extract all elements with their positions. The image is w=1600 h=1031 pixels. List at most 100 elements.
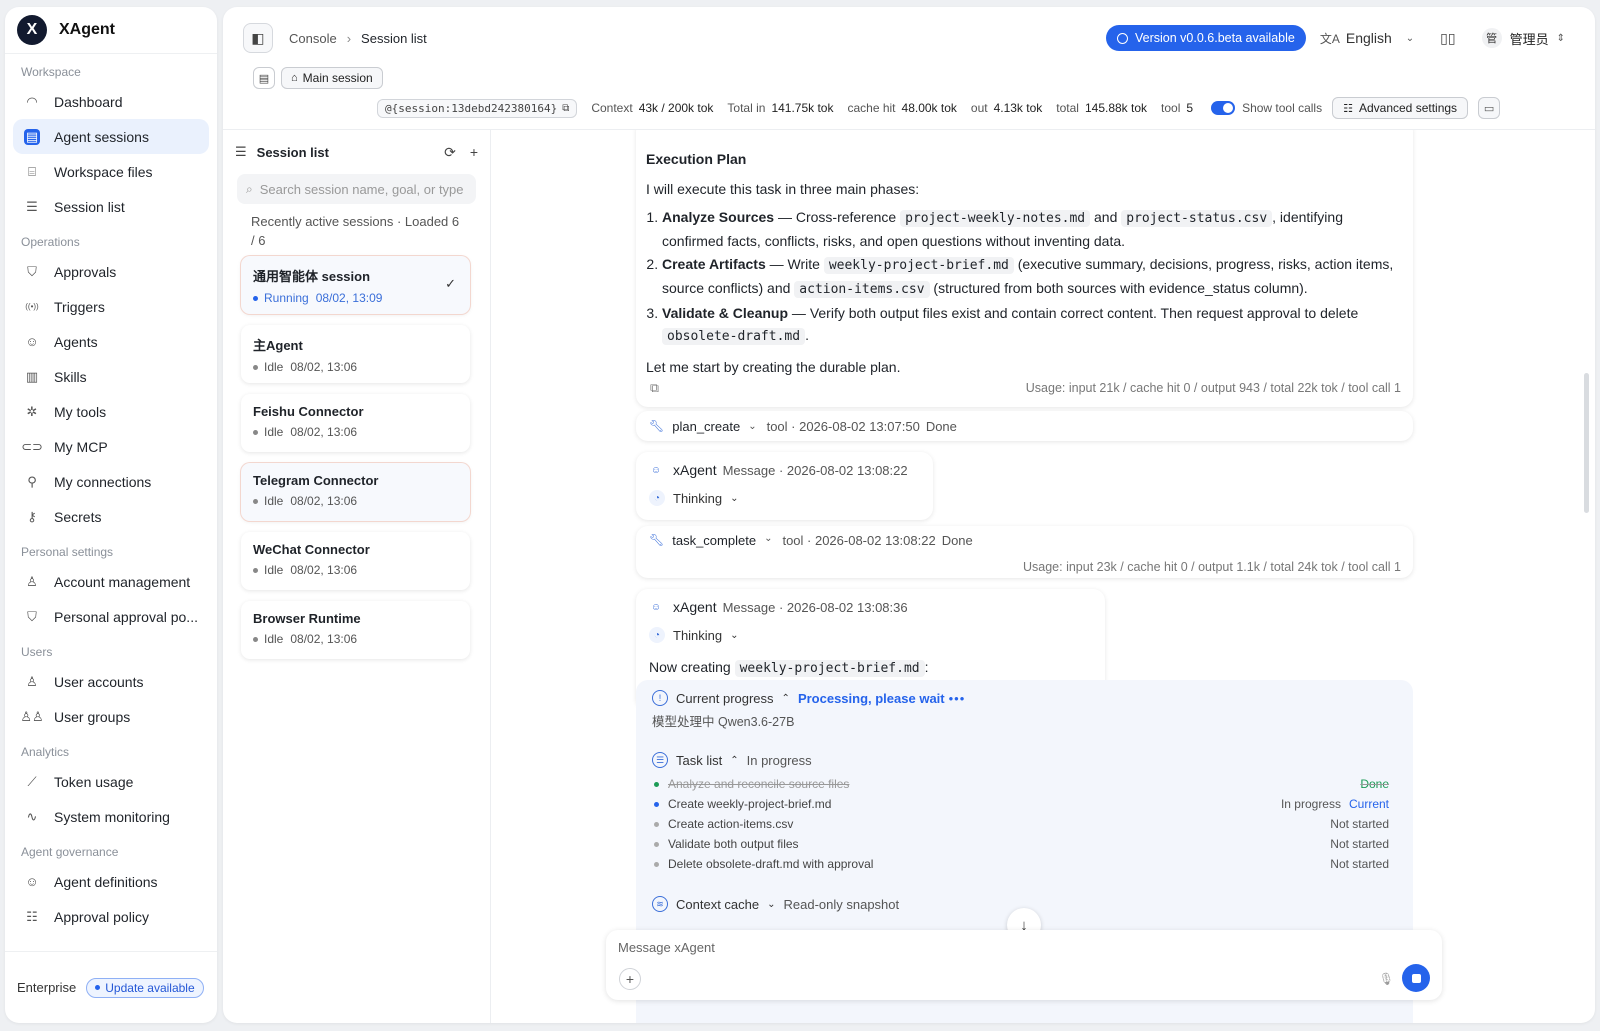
sidebar-item-label: Secrets — [54, 508, 102, 525]
list-tree-icon: ☰ — [235, 144, 247, 159]
add-session-icon[interactable]: + — [470, 144, 478, 161]
task-status-dot-icon — [654, 821, 659, 827]
sidebar-item-approvals[interactable]: ⛉ Approvals — [13, 254, 209, 289]
sidebar-item-triggers[interactable]: ((•)) Triggers — [13, 289, 209, 324]
sidebar-item-dashboard[interactable]: ◠ Dashboard — [13, 84, 209, 119]
task-item: Delete obsolete-draft.md with approval No… — [652, 854, 1397, 874]
tool-status: Done — [941, 533, 973, 548]
breadcrumb-console[interactable]: Console — [289, 31, 337, 46]
brand[interactable]: X XAgent — [5, 7, 217, 53]
chevron-down-icon: ⌄ — [730, 629, 739, 641]
session-card[interactable]: 通用智能体 session Running 08/02, 13:09 ✓ — [241, 256, 470, 314]
sidebar-item-agents[interactable]: ☺ Agents — [13, 324, 209, 359]
sidebar-item-session-list[interactable]: ☰ Session list — [13, 189, 209, 224]
message-meta: Message · 2026-08-02 13:08:22 — [722, 462, 908, 478]
session-card[interactable]: 主Agent Idle 08/02, 13:06 — [241, 325, 470, 383]
tool-meta: tool · 2026-08-02 13:07:50 — [766, 418, 920, 434]
refresh-icon[interactable]: ⟳ — [444, 144, 456, 161]
plan-title: Execution Plan — [646, 151, 747, 167]
sidebar-item-skills[interactable]: ▥ Skills — [13, 359, 209, 394]
show-tool-calls-toggle[interactable] — [1211, 101, 1236, 115]
sidebar-item-user-groups[interactable]: ♙♙ User groups — [13, 699, 209, 734]
bot-icon: ☺ — [650, 464, 662, 476]
search-icon: ⌕ — [246, 181, 253, 196]
sliders-icon: ☷ — [1343, 102, 1353, 115]
status-dot-icon — [253, 636, 258, 642]
session-id-chip[interactable]: @{session:13debd242380164} ⧉ — [377, 98, 578, 118]
chat-scrollbar[interactable] — [1584, 373, 1589, 513]
sidebar-toggle-button[interactable]: ◧ — [243, 23, 273, 53]
advanced-settings-button[interactable]: ☷ Advanced settings — [1332, 97, 1469, 119]
users-icon: ♙♙ — [20, 708, 44, 724]
sidebar-item-label: Approvals — [54, 263, 117, 280]
message-composer[interactable]: Message xAgent + 🎙︎ — [606, 930, 1442, 1000]
task-label: Validate both output files — [668, 837, 799, 851]
session-card[interactable]: Feishu Connector Idle 08/02, 13:06 — [241, 394, 470, 452]
docs-book-icon[interactable]: ▯▯ — [1440, 30, 1455, 47]
sidebar-item-my-mcp[interactable]: ⊂⊃ My MCP — [13, 429, 209, 464]
sidebar-item-my-tools[interactable]: ✲ My tools — [13, 394, 209, 429]
drive-icon: ⌸ — [28, 163, 36, 179]
task-list-state: In progress — [746, 752, 812, 768]
sidebar-item-label: Approval policy — [54, 908, 149, 925]
main-panel: ◧ Console › Session list Version v0.0.6.… — [223, 7, 1595, 1023]
sidebar-item-user-accounts[interactable]: ♙ User accounts — [13, 664, 209, 699]
sidebar-item-my-connections[interactable]: ⚲ My connections — [13, 464, 209, 499]
chevron-up-icon: ⌃ — [781, 692, 790, 704]
divider — [5, 53, 217, 54]
session-card[interactable]: Browser Runtime Idle 08/02, 13:06 — [241, 601, 470, 659]
user-menu[interactable]: 管管理员 ⇕ — [1481, 28, 1565, 48]
session-name: 主Agent — [253, 338, 303, 353]
tool-call-plan-create[interactable]: 🔧︎ plan_create ⌄ tool · 2026-08-02 13:07… — [636, 411, 1413, 441]
tool-meta: tool · 2026-08-02 13:08:22 — [782, 533, 936, 548]
dashboard-icon: ◠ — [26, 93, 38, 109]
sidebar-item-workspace-files[interactable]: ⌸ Workspace files — [13, 154, 209, 189]
sidebar-item-agent-definitions[interactable]: ☺ Agent definitions — [13, 864, 209, 899]
thinking-toggle[interactable]: ◔ Thinking ⌄ — [649, 490, 920, 506]
task-status: Done — [1360, 777, 1389, 791]
task-status: Not started — [1330, 817, 1389, 831]
stop-icon — [1411, 973, 1421, 983]
progress-title: Current progress — [676, 690, 774, 706]
pulse-icon: ∿ — [26, 808, 38, 824]
sidebar-item-label: User groups — [54, 708, 131, 725]
composer-input[interactable]: Message xAgent — [618, 940, 1430, 955]
thinking-toggle[interactable]: ◔ Thinking ⌄ — [649, 627, 1092, 643]
sidebar-item-system-monitoring[interactable]: ∿ System monitoring — [13, 799, 209, 834]
session-card[interactable]: Telegram Connector Idle 08/02, 13:06 — [241, 463, 470, 521]
chevron-updown-icon: ⇕ — [1556, 32, 1565, 44]
task-list-header[interactable]: ☰ Task list ⌃ In progress — [652, 752, 1397, 768]
main-session-button[interactable]: ⌂ Main session — [281, 67, 383, 89]
sidebar-item-label: Agent definitions — [54, 873, 158, 890]
bot-icon: ☺ — [25, 874, 39, 889]
session-meta: Idle 08/02, 13:06 — [253, 563, 458, 577]
session-search-input[interactable]: ⌕ Search session name, goal, or type — [237, 174, 476, 204]
microphone-icon[interactable]: 🎙︎ — [1379, 972, 1394, 986]
sidebar-item-account-management[interactable]: ♙ Account management — [13, 564, 209, 599]
tool-call-task-complete[interactable]: 🔧︎ task_complete ⌄ tool · 2026-08-02 13:… — [636, 526, 1413, 578]
sidebar-item-agent-sessions[interactable]: ▤ Agent sessions — [13, 119, 209, 154]
stop-generation-button[interactable] — [1402, 964, 1430, 992]
session-history-icon[interactable]: ▤ — [253, 67, 275, 89]
sender-name: xAgent — [673, 599, 717, 615]
language-select[interactable]: 文A English ⌄ — [1320, 30, 1414, 47]
sidebar-footer: Enterprise Update available — [5, 951, 217, 1023]
sidebar-item-approval-policy[interactable]: ☷ Approval policy — [13, 899, 209, 934]
copy-icon[interactable]: ⧉ — [562, 103, 569, 114]
sidebar-item-personal-approval-po[interactable]: ⛉ Personal approval po... — [13, 599, 209, 634]
brain-icon: ◔ — [649, 627, 665, 643]
session-card[interactable]: WeChat Connector Idle 08/02, 13:06 — [241, 532, 470, 590]
sidebar-item-label: User accounts — [54, 673, 144, 690]
chevron-down-icon[interactable]: ⌄ — [748, 421, 756, 432]
folder-icon[interactable]: ▭ — [1478, 97, 1501, 119]
sidebar-item-secrets[interactable]: ⚷ Secrets — [13, 499, 209, 534]
sidebar-item-token-usage[interactable]: ⟋ Token usage — [13, 764, 209, 799]
breadcrumb-separator-icon: › — [346, 30, 352, 46]
chevron-down-icon[interactable]: ⌄ — [764, 533, 772, 544]
copy-message-icon[interactable]: ⧉ — [650, 377, 659, 399]
version-button[interactable]: Version v0.0.6.beta available — [1106, 25, 1306, 51]
attach-plus-icon[interactable]: + — [619, 968, 641, 990]
plan-step: Analyze Sources — Cross-reference projec… — [662, 206, 1403, 252]
current-progress-header[interactable]: ! Current progress ⌃ Processing, please … — [652, 690, 1397, 706]
update-badge[interactable]: Update available — [86, 977, 204, 998]
